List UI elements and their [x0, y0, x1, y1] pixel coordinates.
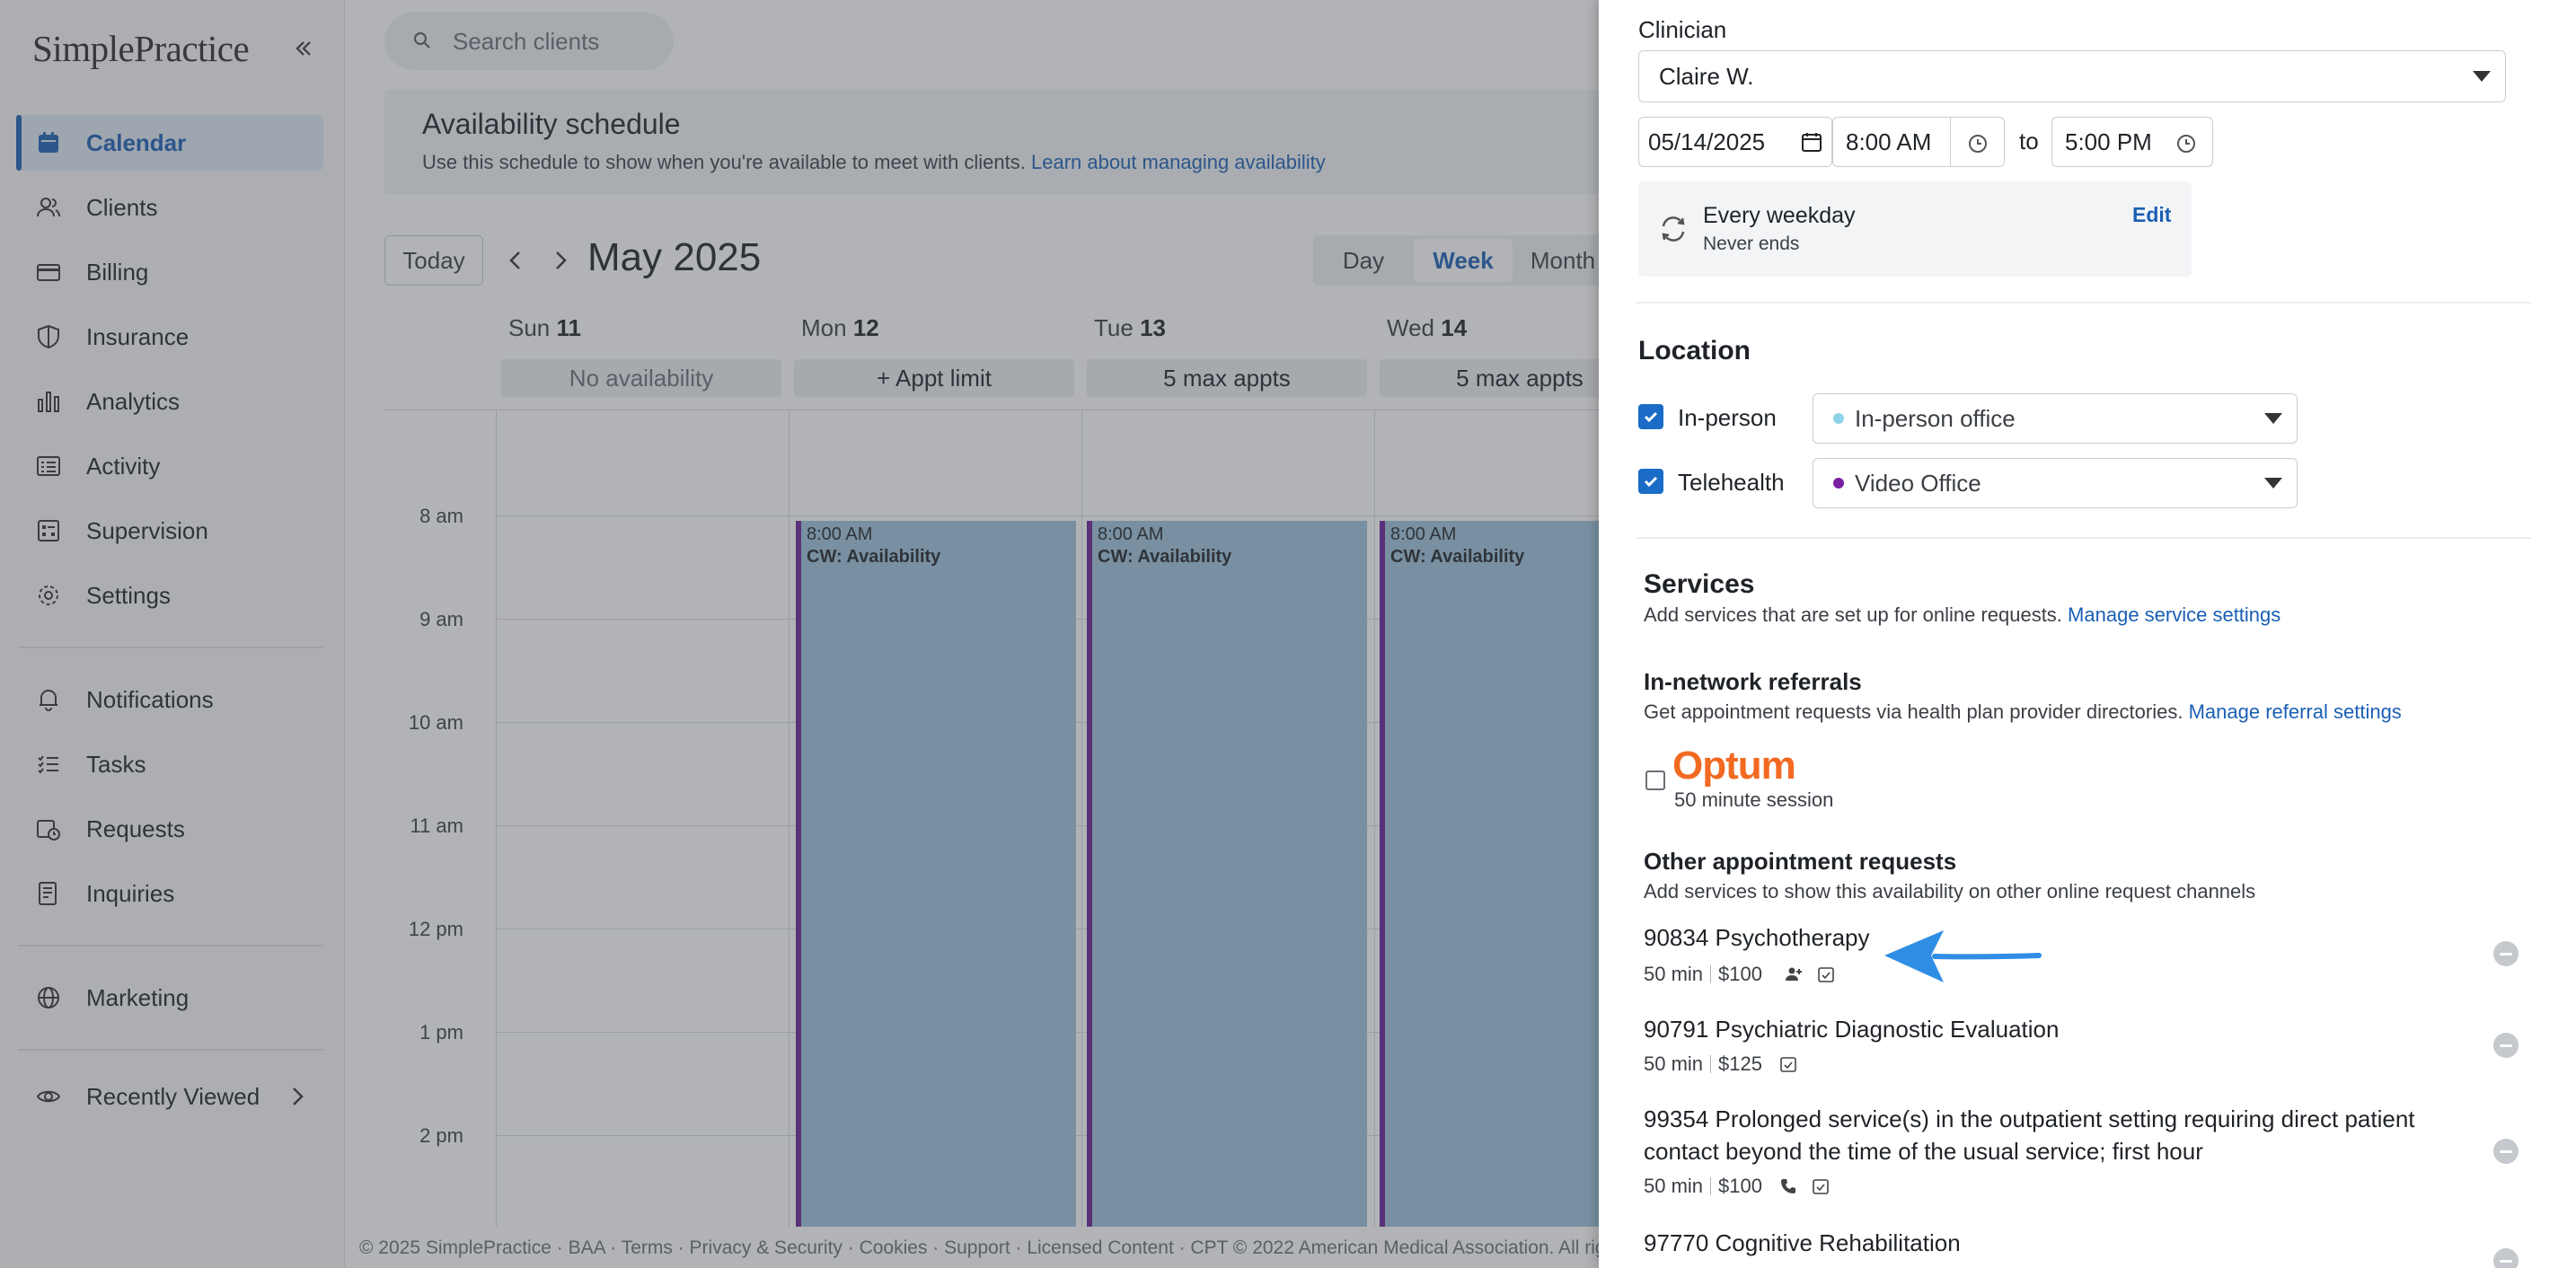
- service-price: $125: [1718, 1052, 1762, 1075]
- referrals-description-text: Get appointment requests via health plan…: [1644, 700, 2183, 723]
- modal-backdrop[interactable]: [0, 0, 1599, 1268]
- clock-icon: [2176, 132, 2196, 160]
- calendar-check-icon: [1811, 1176, 1831, 1196]
- section-divider: [1636, 537, 2531, 539]
- caret-down-icon: [2264, 413, 2282, 424]
- remove-service-button[interactable]: [2493, 1139, 2519, 1164]
- annotation-arrow-icon: [1884, 930, 2042, 982]
- clinician-label: Clinician: [1638, 16, 1727, 43]
- end-time-value: 5:00 PM: [2065, 128, 2152, 155]
- recurrence-box: [1638, 181, 2192, 277]
- service-meta: 50 min $100: [1644, 963, 1836, 986]
- services-title: Services: [1644, 569, 1755, 599]
- caret-down-icon: [2473, 71, 2491, 82]
- caret-down-icon: [2264, 478, 2282, 489]
- in-person-location-value: In-person office: [1855, 404, 2016, 432]
- manage-referral-settings-link[interactable]: Manage referral settings: [2189, 700, 2402, 723]
- calendar-check-icon: [1778, 1054, 1798, 1074]
- recurrence-subtitle: Never ends: [1703, 233, 1800, 254]
- clock-icon: [1968, 132, 1988, 160]
- telehealth-checkbox[interactable]: [1638, 469, 1663, 494]
- telehealth-label: Telehealth: [1678, 469, 1785, 496]
- phone-icon: [1778, 1176, 1798, 1196]
- other-requests-description: Add services to show this availability o…: [1644, 880, 2256, 903]
- optum-logo: Optum: [1672, 744, 1796, 788]
- service-price: $100: [1718, 963, 1762, 985]
- date-field[interactable]: 05/14/2025: [1638, 117, 1832, 167]
- service-duration: 50 min: [1644, 1175, 1704, 1197]
- optum-checkbox[interactable]: [1645, 770, 1665, 790]
- calendar-icon: [1801, 131, 1822, 159]
- edit-recurrence-button[interactable]: Edit: [2132, 203, 2171, 227]
- in-person-checkbox[interactable]: [1638, 404, 1663, 429]
- location-title: Location: [1638, 336, 1751, 365]
- service-name: 97770 Cognitive Rehabilitation: [1644, 1229, 1961, 1256]
- meta-separator: [1710, 965, 1712, 983]
- service-meta: 50 min $125: [1644, 1052, 1798, 1076]
- calendar-check-icon: [1816, 964, 1836, 984]
- remove-service-button[interactable]: [2493, 1248, 2519, 1268]
- service-name: 99354 Prolonged service(s) in the outpat…: [1644, 1105, 2415, 1165]
- telehealth-location-select[interactable]: Video Office: [1813, 458, 2298, 508]
- services-description: Add services that are set up for online …: [1644, 603, 2280, 627]
- end-time-field[interactable]: 5:00 PM: [2051, 117, 2213, 167]
- person-add-icon: [1784, 964, 1804, 984]
- service-duration: 50 min: [1644, 963, 1704, 985]
- service-meta: 50 min $100: [1644, 1175, 1831, 1198]
- other-requests-title: Other appointment requests: [1644, 848, 1957, 875]
- date-value: 05/14/2025: [1648, 128, 1766, 155]
- services-description-text: Add services that are set up for online …: [1644, 603, 2062, 626]
- check-icon: [1644, 411, 1658, 423]
- in-person-label: In-person: [1678, 404, 1777, 431]
- clinician-select[interactable]: Claire W.: [1638, 50, 2506, 102]
- location-dot: [1833, 413, 1844, 424]
- start-time-field[interactable]: 8:00 AM: [1832, 117, 2005, 167]
- referrals-description: Get appointment requests via health plan…: [1644, 700, 2402, 724]
- manage-service-settings-link[interactable]: Manage service settings: [2068, 603, 2280, 626]
- service-price: $100: [1718, 1175, 1762, 1197]
- field-separator: [1950, 118, 1951, 166]
- remove-service-button[interactable]: [2493, 941, 2519, 966]
- recurrence-title: Every weekday: [1703, 203, 1856, 228]
- telehealth-location-value: Video Office: [1855, 469, 1981, 497]
- repeat-icon: [1658, 214, 1689, 249]
- remove-service-button[interactable]: [2493, 1033, 2519, 1058]
- in-person-location-select[interactable]: In-person office: [1813, 393, 2298, 444]
- referrals-title: In-network referrals: [1644, 668, 1862, 695]
- meta-separator: [1710, 1177, 1712, 1195]
- service-duration: 50 min: [1644, 1052, 1704, 1075]
- meta-separator: [1710, 1055, 1712, 1073]
- location-dot: [1833, 478, 1844, 489]
- service-name: 90791 Psychiatric Diagnostic Evaluation: [1644, 1016, 2060, 1043]
- optum-session: 50 minute session: [1674, 788, 1834, 811]
- service-name: 90834 Psychotherapy: [1644, 924, 1870, 951]
- section-divider: [1636, 302, 2531, 304]
- clinician-value: Claire W.: [1659, 62, 1754, 90]
- to-label: to: [2019, 128, 2039, 154]
- start-time-value: 8:00 AM: [1846, 128, 1932, 155]
- check-icon: [1644, 476, 1658, 488]
